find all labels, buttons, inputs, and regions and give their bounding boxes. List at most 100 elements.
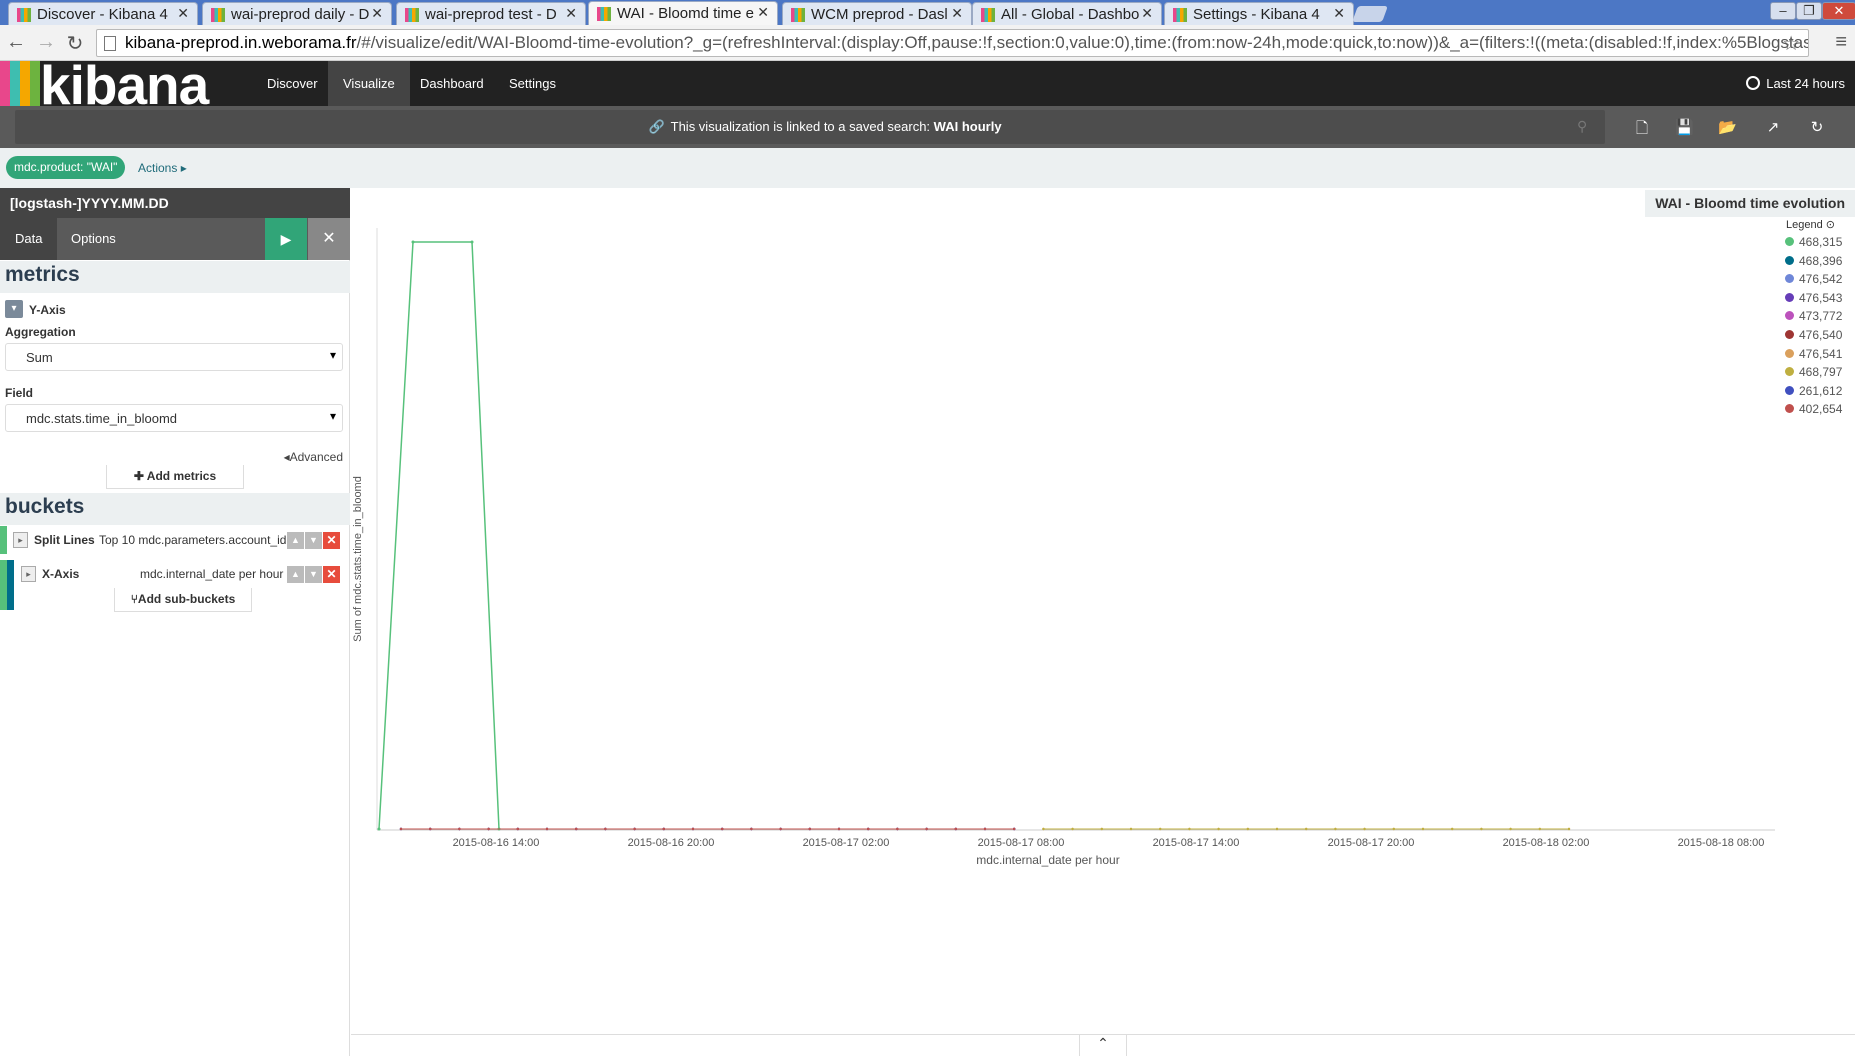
browser-tab[interactable]: WCM preprod - Dasl ✕: [782, 2, 972, 25]
new-tab-button[interactable]: [1352, 6, 1388, 22]
legend-item[interactable]: 402,654: [1785, 402, 1842, 416]
close-tab-icon[interactable]: ✕: [1333, 5, 1345, 22]
x-tick-label: 2015-08-17 08:00: [978, 837, 1065, 849]
browser-tab-active[interactable]: WAI - Bloomd time e ✕: [588, 1, 778, 25]
open-folder-icon[interactable]: 📂: [1718, 118, 1737, 136]
discard-close-icon[interactable]: ✕: [308, 218, 350, 260]
remove-bucket-icon[interactable]: ✕: [323, 532, 340, 549]
expand-chevron-icon[interactable]: ▸: [13, 532, 28, 548]
field-select[interactable]: mdc.stats.time_in_bloomd ▾: [5, 404, 343, 432]
series-point: [604, 827, 607, 831]
nav-visualize[interactable]: Visualize: [328, 61, 410, 106]
legend-dot-icon: [1785, 404, 1794, 414]
back-arrow-icon[interactable]: ←: [4, 31, 28, 54]
nav-settings[interactable]: Settings: [494, 61, 571, 106]
close-tab-icon[interactable]: ✕: [565, 5, 577, 22]
series-point: [1129, 827, 1133, 831]
share-icon[interactable]: ↗: [1764, 118, 1782, 136]
legend-title: Legend: [1786, 219, 1823, 231]
x-tick-label: 2015-08-17 14:00: [1153, 837, 1240, 849]
legend-dot-icon: [1785, 311, 1794, 321]
legend-item[interactable]: 261,612: [1785, 384, 1842, 398]
browser-tab[interactable]: wai-preprod daily - D ✕: [202, 2, 392, 25]
series-point: [750, 827, 753, 831]
legend-item[interactable]: 473,772: [1785, 309, 1842, 323]
series-point: [487, 827, 490, 831]
aggregation-select[interactable]: Sum ▾: [5, 343, 343, 371]
search-icon[interactable]: ⚲: [1577, 118, 1587, 135]
y-axis-title: Sum of mdc.stats.time_in_bloomd: [352, 476, 364, 642]
series-point: [662, 827, 665, 831]
aggregation-value: Sum: [26, 350, 53, 365]
bucket-name: X-Axis: [42, 567, 80, 581]
kibana-favicon-icon: [597, 7, 611, 21]
nav-dashboard[interactable]: Dashboard: [405, 61, 499, 106]
close-window-button[interactable]: ✕: [1822, 2, 1855, 20]
legend-item[interactable]: 476,542: [1785, 272, 1842, 286]
browser-tab[interactable]: Discover - Kibana 4 ✕: [8, 2, 198, 25]
visualization-title: WAI - Bloomd time evolution: [1645, 190, 1855, 217]
add-metrics-button[interactable]: ✚ Add metrics: [106, 465, 244, 489]
linked-search-notice: 🔗 This visualization is linked to a saved…: [0, 119, 1650, 135]
legend-item[interactable]: 476,541: [1785, 347, 1842, 361]
y-axis-collapse-icon[interactable]: ▾: [5, 300, 23, 318]
close-tab-icon[interactable]: ✕: [951, 5, 963, 22]
series-point: [1480, 827, 1483, 831]
tab-title: wai-preprod daily - D: [231, 6, 369, 23]
saved-search-name[interactable]: WAI hourly: [934, 119, 1002, 134]
collapse-chevron-up-icon[interactable]: ⌃: [1079, 1034, 1127, 1056]
address-bar[interactable]: kibana-preprod.in.weborama.fr/#/visualiz…: [96, 29, 1809, 57]
save-icon[interactable]: 💾: [1675, 118, 1694, 136]
forward-arrow-icon[interactable]: →: [34, 31, 58, 54]
bucket-split-lines: ▸ Split Lines Top 10 mdc.parameters.acco…: [0, 526, 350, 554]
add-sub-buckets-button[interactable]: ⑂Add sub-buckets: [114, 588, 252, 612]
series-point: [1305, 827, 1308, 831]
series-point: [411, 240, 415, 244]
close-tab-icon[interactable]: ✕: [371, 5, 383, 22]
filter-pill[interactable]: mdc.product: "WAI": [6, 156, 126, 179]
time-picker[interactable]: Last 24 hours: [1746, 61, 1845, 106]
tab-data[interactable]: Data: [0, 218, 58, 260]
browser-tab[interactable]: wai-preprod test - D ✕: [396, 2, 586, 25]
legend-item[interactable]: 468,396: [1785, 254, 1842, 268]
move-up-icon[interactable]: ▲: [287, 532, 304, 549]
remove-bucket-icon[interactable]: ✕: [323, 566, 340, 583]
legend-item[interactable]: 468,797: [1785, 365, 1842, 379]
close-tab-icon[interactable]: ✕: [177, 5, 189, 22]
browser-menu-icon[interactable]: ≡: [1835, 31, 1847, 54]
legend-toggle[interactable]: Legend ⊙: [1786, 218, 1835, 231]
legend-item[interactable]: 476,543: [1785, 291, 1842, 305]
kibana-logo[interactable]: kibana: [0, 54, 240, 116]
series-point: [458, 827, 461, 831]
filter-actions-link[interactable]: Actions ▸: [138, 161, 187, 175]
series-point: [925, 827, 928, 831]
new-visualization-icon[interactable]: 🗋: [1633, 118, 1651, 143]
apply-play-icon[interactable]: ▶: [265, 218, 307, 260]
close-tab-icon[interactable]: ✕: [757, 4, 769, 21]
move-up-icon[interactable]: ▲: [287, 566, 304, 583]
bookmark-star-icon[interactable]: ☆: [1782, 31, 1800, 56]
move-down-icon[interactable]: ▼: [305, 532, 322, 549]
legend-item[interactable]: 468,315: [1785, 235, 1842, 249]
advanced-toggle-link[interactable]: ◂Advanced: [284, 450, 343, 464]
series-point: [837, 827, 841, 831]
expand-chevron-icon[interactable]: ▸: [21, 566, 36, 582]
tab-options[interactable]: Options: [56, 218, 131, 260]
refresh-icon[interactable]: ↻: [1808, 118, 1826, 136]
series-point: [1275, 827, 1279, 831]
legend-item[interactable]: 476,540: [1785, 328, 1842, 342]
metrics-heading: metrics: [0, 261, 350, 293]
browser-tab-strip: Discover - Kibana 4 ✕ wai-preprod daily …: [0, 0, 1855, 25]
move-down-icon[interactable]: ▼: [305, 566, 322, 583]
minimize-window-button[interactable]: –: [1770, 2, 1796, 20]
legend-dot-icon: [1785, 274, 1794, 284]
legend-label: 468,315: [1799, 235, 1843, 249]
buckets-heading: buckets: [0, 493, 350, 525]
linked-prefix: This visualization is linked to a saved …: [670, 119, 934, 134]
kibana-favicon-icon: [981, 8, 995, 22]
browser-tab[interactable]: Settings - Kibana 4 ✕: [1164, 2, 1354, 25]
browser-tab[interactable]: All - Global - Dashbo ✕: [972, 2, 1162, 25]
maximize-window-button[interactable]: ❐: [1796, 2, 1822, 20]
nav-discover[interactable]: Discover: [252, 61, 333, 106]
close-tab-icon[interactable]: ✕: [1141, 5, 1153, 22]
